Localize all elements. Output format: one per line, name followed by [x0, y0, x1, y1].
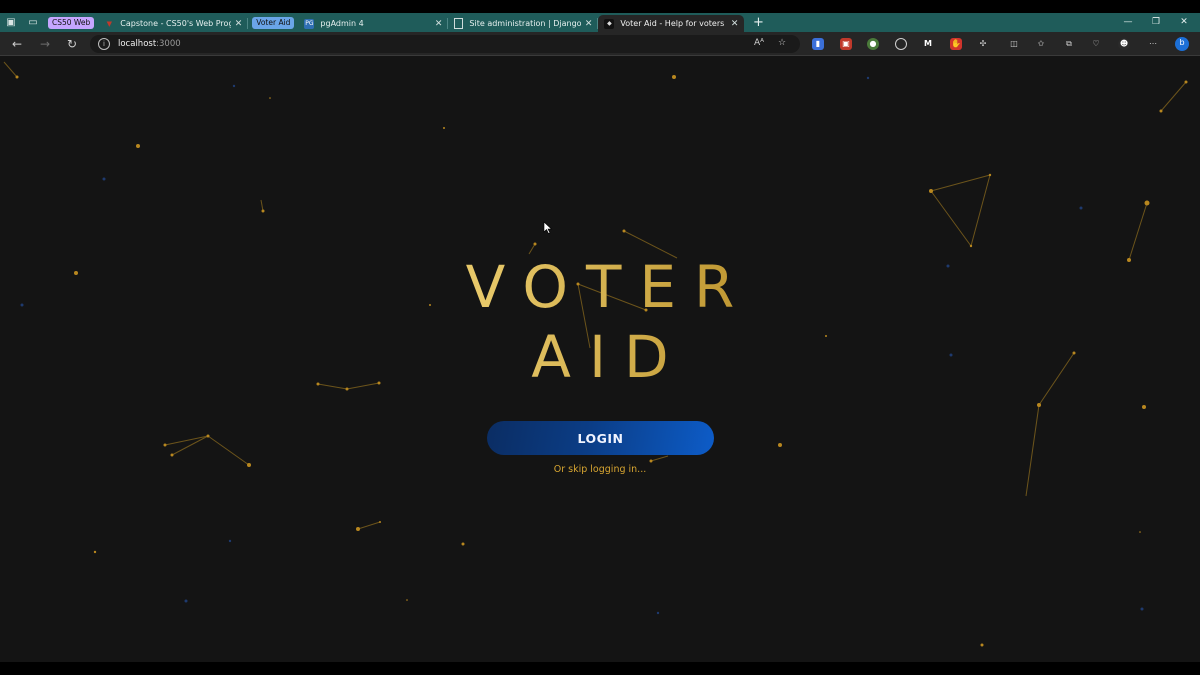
extension-bookmark-icon[interactable]: ▮ — [812, 38, 824, 50]
minimize-button[interactable]: — — [1114, 13, 1142, 32]
voter-aid-icon: ◆ — [604, 18, 615, 29]
close-tab-icon[interactable]: ✕ — [731, 19, 739, 29]
extension-m-icon[interactable]: M — [922, 38, 934, 50]
split-screen-icon[interactable]: ◫ — [1008, 38, 1020, 50]
collections-icon[interactable]: ⧉ — [1063, 38, 1075, 50]
app-title: VOTER AID — [0, 252, 1200, 392]
back-arrow-icon[interactable]: ← — [5, 32, 29, 56]
browser-essentials-icon[interactable]: ♡ — [1090, 38, 1102, 50]
pgadmin-icon: PG — [304, 18, 315, 29]
forward-arrow-icon[interactable]: → — [33, 32, 57, 56]
screen-bottom-strip — [0, 662, 1200, 675]
read-aloud-icon[interactable]: Aᴬ — [754, 38, 764, 48]
login-button[interactable]: LOGIN — [487, 421, 714, 455]
tab-voter-aid[interactable]: ◆ Voter Aid - Help for voters ✕ — [598, 15, 745, 32]
tab-group-cs50-web[interactable]: CS50 Web — [48, 16, 95, 29]
close-tab-icon[interactable]: ✕ — [585, 19, 593, 29]
favorite-star-icon[interactable]: ☆ — [778, 38, 786, 48]
extension-adblock-icon[interactable]: ✋ — [950, 38, 962, 50]
browser-tab-strip: ▣ ▭ CS50 Web ▼ Capstone - CS50's Web Pro… — [0, 13, 1200, 32]
tab-title: Voter Aid - Help for voters — [620, 19, 725, 28]
more-options-icon[interactable]: ⋯ — [1147, 38, 1159, 50]
tab-group-voter-aid[interactable]: Voter Aid — [252, 16, 295, 29]
extension-green-icon[interactable]: ● — [867, 38, 879, 50]
address-bar[interactable]: i localhost :3000 Aᴬ ☆ — [90, 35, 800, 53]
extension-clock-icon[interactable] — [895, 38, 907, 50]
page-viewport: VOTER AID LOGIN Or skip logging in... — [0, 56, 1200, 662]
harvard-shield-icon: ▼ — [106, 19, 112, 28]
document-icon — [454, 18, 464, 29]
tab-title: Capstone - CS50's Web Programming — [120, 19, 230, 28]
tab-title: pgAdmin 4 — [320, 19, 364, 28]
restore-button[interactable]: ❐ — [1142, 13, 1170, 32]
close-window-button[interactable]: ✕ — [1170, 13, 1198, 32]
app-title-line-1: VOTER — [465, 253, 753, 321]
browser-toolbar: ← → ↻ i localhost :3000 Aᴬ ☆ ▮ ▣ ● M ✋ ✣… — [0, 32, 1200, 56]
profile-avatar-icon[interactable]: ☻ — [1118, 38, 1130, 50]
url-host: localhost — [118, 39, 157, 49]
tab-pgadmin[interactable]: PG pgAdmin 4 ✕ — [298, 15, 449, 32]
close-tab-icon[interactable]: ✕ — [235, 19, 243, 29]
favorites-icon[interactable]: ✩ — [1035, 38, 1047, 50]
copilot-icon[interactable]: b — [1175, 37, 1189, 51]
refresh-icon[interactable]: ↻ — [60, 32, 84, 56]
extensions-puzzle-icon[interactable]: ✣ — [977, 38, 989, 50]
new-tab-button[interactable]: + — [748, 15, 768, 30]
tab-title: Site administration | Django site admin — [469, 19, 581, 28]
close-tab-icon[interactable]: ✕ — [435, 19, 443, 29]
url-port: :3000 — [156, 39, 181, 49]
screen-top-strip — [0, 0, 1200, 13]
tab-actions-icon[interactable]: ▭ — [22, 13, 44, 32]
skip-login-link[interactable]: Or skip logging in... — [0, 464, 1200, 475]
mouse-cursor-icon — [543, 221, 553, 234]
app-title-line-2: AID — [531, 323, 687, 391]
site-info-icon[interactable]: i — [98, 38, 110, 50]
tab-django-admin[interactable]: Site administration | Django site admin … — [448, 15, 599, 32]
tab-capstone[interactable]: ▼ Capstone - CS50's Web Programming ✕ — [98, 15, 249, 32]
extension-red-icon[interactable]: ▣ — [840, 38, 852, 50]
workspaces-icon[interactable]: ▣ — [0, 13, 22, 32]
